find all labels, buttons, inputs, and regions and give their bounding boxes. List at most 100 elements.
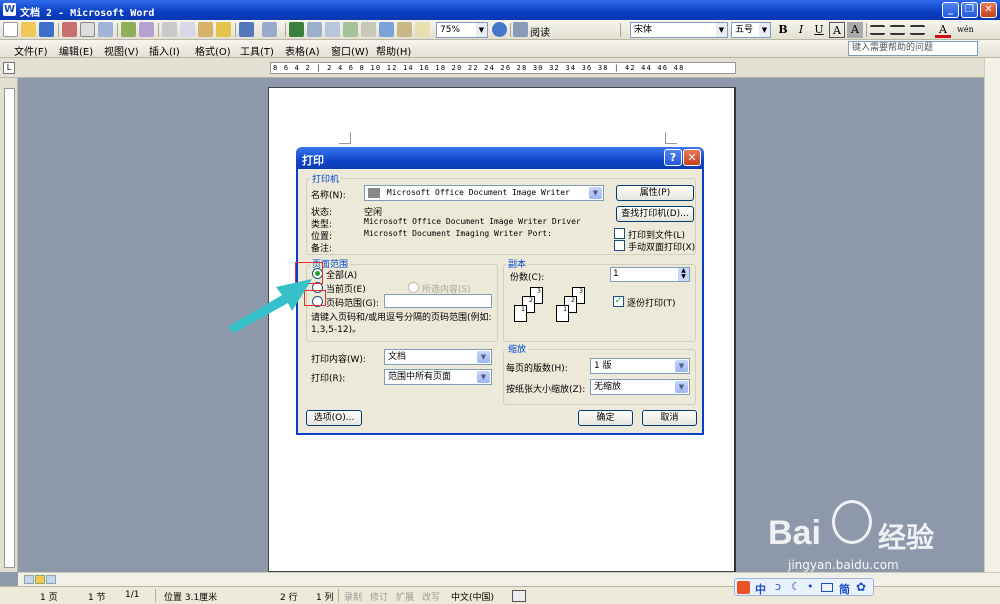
options-button[interactable]: 选项(O)...: [306, 410, 362, 426]
bold-button[interactable]: B: [775, 22, 791, 38]
format-painter-icon[interactable]: [216, 22, 231, 37]
copies-count-input[interactable]: 1 ▲ ▼: [610, 267, 690, 282]
menu-file[interactable]: 文件(F): [14, 43, 48, 58]
hyperlink-icon[interactable]: [289, 22, 304, 37]
page-range-input[interactable]: [384, 294, 492, 308]
range-pages-label[interactable]: 页码范围(G):: [326, 296, 379, 309]
insert-excel-icon[interactable]: [343, 22, 358, 37]
justify-icon[interactable]: [870, 25, 885, 35]
help-question-input[interactable]: 键入需要帮助的问题: [848, 41, 978, 56]
menu-edit[interactable]: 编辑(E): [59, 43, 93, 58]
menu-table[interactable]: 表格(A): [285, 43, 320, 58]
close-button[interactable]: ✕: [980, 2, 997, 18]
document-map-icon[interactable]: [397, 22, 412, 37]
ime-mode[interactable]: 中: [755, 581, 766, 597]
outline-view-icon[interactable]: [46, 575, 56, 584]
copy-icon[interactable]: [180, 22, 195, 37]
menu-window[interactable]: 窗口(W): [331, 43, 369, 58]
permission-icon[interactable]: [62, 22, 77, 37]
spell-check-status-icon[interactable]: [512, 590, 526, 602]
collate-checkbox[interactable]: ✓: [613, 296, 624, 307]
italic-button[interactable]: I: [793, 22, 809, 38]
ime-moon-icon[interactable]: ☾: [791, 580, 801, 593]
print-icon[interactable]: [80, 22, 95, 37]
collate-label[interactable]: 逐份打印(T): [627, 296, 676, 309]
copies-spinner[interactable]: ▲ ▼: [678, 268, 689, 281]
print-layout-icon[interactable]: [35, 575, 45, 584]
ime-punct-icon[interactable]: ↄ: [775, 580, 781, 593]
paw-logo-icon: [832, 500, 872, 544]
zoom-combo[interactable]: 75% ▼: [436, 22, 488, 38]
range-all-label[interactable]: 全部(A): [326, 268, 357, 281]
print-what-select[interactable]: 文档 ▼: [384, 349, 492, 365]
ruler-ticks[interactable]: 8 6 4 2 | 2 4 6 8 10 12 14 16 18 20 22 2…: [270, 62, 736, 74]
char-border-button[interactable]: A: [829, 22, 845, 38]
show-hide-icon[interactable]: [415, 22, 430, 37]
undo-icon[interactable]: [239, 22, 254, 37]
print-preview-icon[interactable]: [98, 22, 113, 37]
cut-icon[interactable]: [162, 22, 177, 37]
open-folder-icon[interactable]: [21, 22, 36, 37]
properties-button[interactable]: 属性(P): [616, 185, 694, 201]
tables-borders-icon[interactable]: [307, 22, 322, 37]
window-title: 文档 2 - Microsoft Word: [20, 8, 155, 19]
ime-settings-icon[interactable]: ✿: [856, 580, 866, 594]
char-shading-button[interactable]: A: [847, 22, 863, 38]
pages-per-sheet-select[interactable]: 1 版 ▼: [590, 358, 690, 374]
print-select[interactable]: 范围中所有页面 ▼: [384, 369, 492, 385]
vertical-ruler-strip[interactable]: [4, 88, 15, 568]
cancel-button[interactable]: 取消: [642, 410, 697, 426]
dialog-help-button[interactable]: ?: [664, 149, 682, 166]
dialog-close-button[interactable]: ✕: [683, 149, 701, 166]
printer-name-select[interactable]: Microsoft Office Document Image Writer ▼: [364, 185, 604, 201]
menu-view[interactable]: 视图(V): [104, 43, 139, 58]
menu-tools[interactable]: 工具(T): [240, 43, 274, 58]
ime-simplified[interactable]: 简: [839, 581, 850, 597]
read-icon[interactable]: [513, 22, 528, 37]
drawing-icon[interactable]: [379, 22, 394, 37]
research-icon[interactable]: [139, 22, 154, 37]
print-to-file-checkbox[interactable]: [614, 228, 625, 239]
help-icon[interactable]: [492, 22, 507, 37]
status-trk[interactable]: 修订: [370, 590, 388, 603]
menu-bar: 文件(F) 编辑(E) 视图(V) 插入(I) 格式(O) 工具(T) 表格(A…: [0, 40, 1000, 58]
menu-insert[interactable]: 插入(I): [149, 43, 180, 58]
range-selection-radio[interactable]: [408, 282, 419, 293]
ime-keyboard-icon[interactable]: [821, 583, 833, 592]
phonetic-guide-button[interactable]: wén: [957, 22, 974, 38]
line-spacing-icon[interactable]: [910, 25, 925, 35]
baidu-watermark: Bai 经验 jingyan.baidu.com: [768, 496, 983, 576]
find-printer-button[interactable]: 查找打印机(D)...: [616, 206, 694, 222]
read-label[interactable]: 阅读: [530, 24, 550, 39]
menu-help[interactable]: 帮助(H): [376, 43, 411, 58]
manual-duplex-label[interactable]: 手动双面打印(X): [628, 240, 695, 253]
spelling-icon[interactable]: [121, 22, 136, 37]
tab-selector[interactable]: L: [3, 62, 15, 74]
underline-button[interactable]: U: [811, 22, 827, 38]
menu-format[interactable]: 格式(O): [195, 43, 231, 58]
redo-icon[interactable]: [262, 22, 277, 37]
status-ext[interactable]: 扩展: [396, 590, 414, 603]
paste-icon[interactable]: [198, 22, 213, 37]
insert-table-icon[interactable]: [325, 22, 340, 37]
status-ovr[interactable]: 改写: [422, 590, 440, 603]
restore-button[interactable]: ❐: [961, 2, 978, 18]
font-name-combo[interactable]: 宋体 ▼: [630, 22, 728, 38]
ime-dot-icon[interactable]: •: [807, 580, 814, 593]
status-page-of: 1/1: [125, 590, 140, 600]
range-current-label[interactable]: 当前页(E): [326, 282, 366, 295]
new-document-icon[interactable]: [3, 22, 18, 37]
copies-count-label: 份数(C):: [510, 273, 545, 283]
columns-icon[interactable]: [361, 22, 376, 37]
scale-select[interactable]: 无缩放 ▼: [590, 379, 690, 395]
ok-button[interactable]: 确定: [578, 410, 633, 426]
manual-duplex-checkbox[interactable]: [614, 240, 625, 251]
save-icon[interactable]: [39, 22, 54, 37]
normal-view-icon[interactable]: [24, 575, 34, 584]
status-rec[interactable]: 录制: [344, 590, 362, 603]
font-size-combo[interactable]: 五号 ▼: [731, 22, 771, 38]
vertical-scrollbar[interactable]: [984, 58, 1000, 572]
minimize-button[interactable]: _: [942, 2, 959, 18]
font-color-button[interactable]: A: [935, 22, 951, 38]
align-icon[interactable]: [890, 25, 905, 35]
